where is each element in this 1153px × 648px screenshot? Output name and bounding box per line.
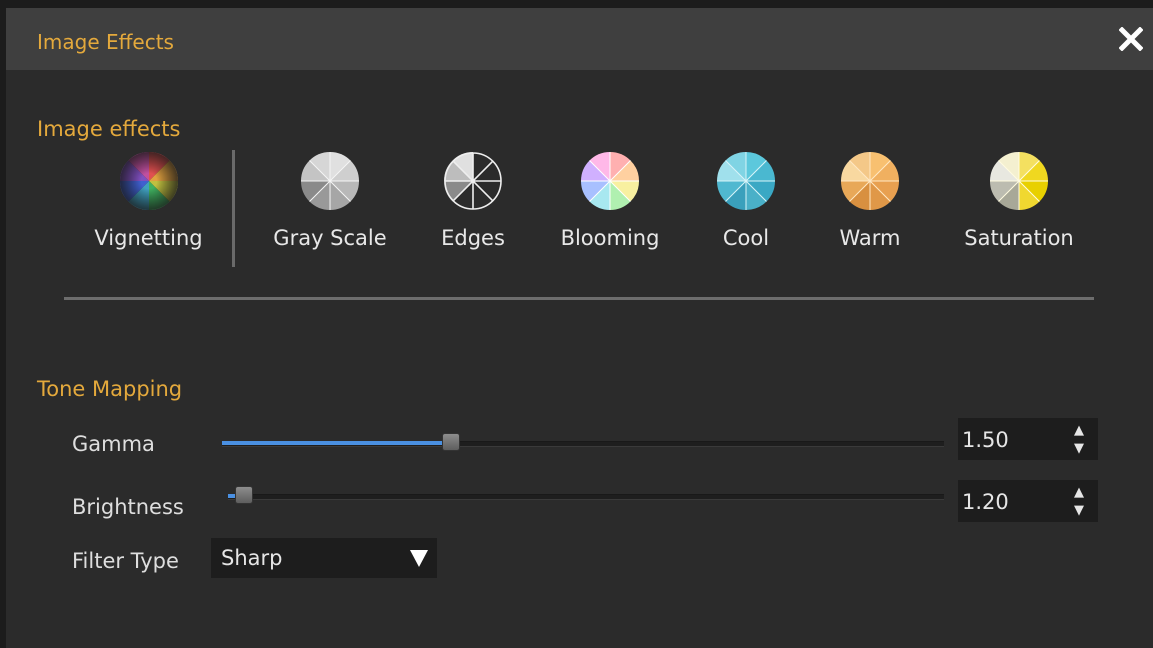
tone-mapping-heading: Tone Mapping xyxy=(37,377,183,401)
blooming-wheel-icon xyxy=(581,152,639,210)
effect-gray-scale[interactable]: Gray Scale xyxy=(257,150,403,250)
effect-label-vignetting: Vignetting xyxy=(94,226,203,250)
section-divider xyxy=(64,297,1094,300)
brightness-increment-button[interactable]: ▲ xyxy=(1072,484,1086,500)
filter-type-select[interactable]: Sharp xyxy=(211,538,437,578)
filter-type-label: Filter Type xyxy=(72,549,179,573)
effect-label-saturation: Saturation xyxy=(964,226,1074,250)
effects-divider-vertical xyxy=(232,150,235,267)
effect-blooming[interactable]: Blooming xyxy=(545,150,675,250)
brightness-label: Brightness xyxy=(72,495,184,519)
effect-label-gray-scale: Gray Scale xyxy=(273,226,387,250)
gamma-slider[interactable] xyxy=(222,432,944,454)
saturation-wheel-icon xyxy=(990,152,1048,210)
brightness-slider-fill xyxy=(228,494,236,498)
cool-wheel-icon xyxy=(717,152,775,210)
brightness-value[interactable]: 1.20 xyxy=(962,490,1009,514)
vignetting-wheel-icon xyxy=(119,152,178,210)
brightness-decrement-button[interactable]: ▼ xyxy=(1072,502,1086,518)
filter-type-value: Sharp xyxy=(221,546,283,570)
effect-edges[interactable]: Edges xyxy=(428,150,518,250)
close-icon xyxy=(1119,27,1143,51)
effect-label-cool: Cool xyxy=(722,226,770,250)
brightness-spinbox[interactable]: 1.20 ▲ ▼ xyxy=(958,480,1098,522)
effect-label-edges: Edges xyxy=(441,226,505,250)
close-button[interactable] xyxy=(1117,20,1145,58)
gamma-value[interactable]: 1.50 xyxy=(962,428,1009,452)
gamma-slider-thumb[interactable] xyxy=(442,433,461,451)
chevron-down-icon xyxy=(410,550,428,567)
effect-label-blooming: Blooming xyxy=(560,226,660,250)
image-effects-heading: Image effects xyxy=(37,117,181,141)
gamma-increment-button[interactable]: ▲ xyxy=(1072,422,1086,438)
brightness-slider-thumb[interactable] xyxy=(235,486,254,504)
title-bar: Image Effects xyxy=(6,8,1153,70)
effect-cool[interactable]: Cool xyxy=(706,150,786,250)
effect-vignetting[interactable]: Vignetting xyxy=(81,150,216,250)
window-title: Image Effects xyxy=(37,30,174,54)
gamma-label: Gamma xyxy=(72,432,155,456)
warm-wheel-icon xyxy=(841,152,899,210)
gamma-slider-fill xyxy=(222,441,443,445)
grayscale-wheel-icon xyxy=(301,152,359,210)
brightness-slider-track xyxy=(228,494,944,500)
effect-warm[interactable]: Warm xyxy=(820,150,920,250)
gamma-decrement-button[interactable]: ▼ xyxy=(1072,440,1086,456)
effect-saturation[interactable]: Saturation xyxy=(944,150,1094,250)
effect-label-warm: Warm xyxy=(839,226,901,250)
edges-wheel-icon xyxy=(444,152,502,210)
brightness-slider[interactable] xyxy=(228,485,944,507)
gamma-spinbox[interactable]: 1.50 ▲ ▼ xyxy=(958,418,1098,460)
effects-row: Vignetting Gray Scale Edges Blooming Coo… xyxy=(0,150,1153,280)
